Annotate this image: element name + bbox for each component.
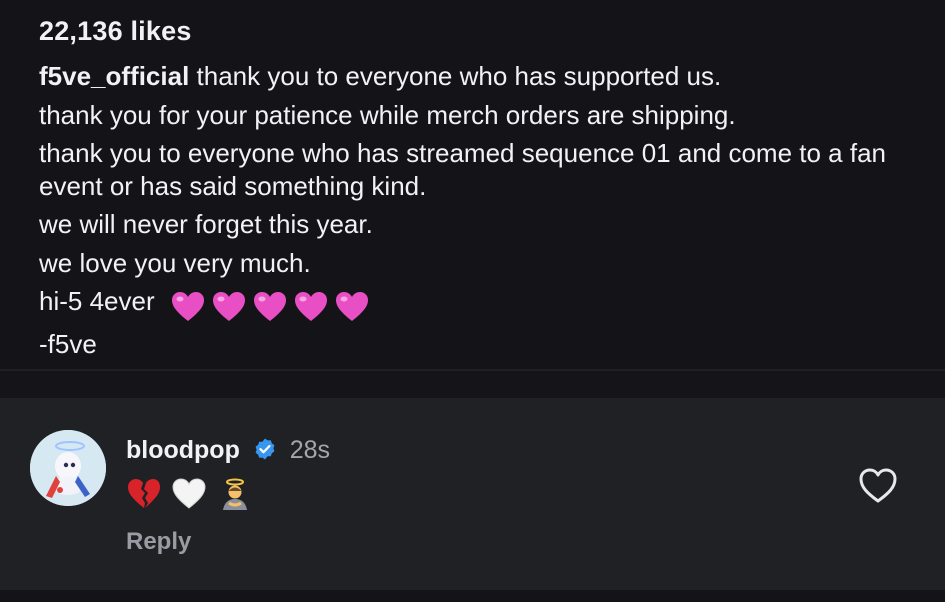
person-bowing-with-halo-icon (217, 476, 253, 517)
pink-heart-icon (253, 292, 286, 322)
pink-hearts-emojis (170, 286, 375, 325)
pink-heart-icon (212, 292, 245, 322)
post-caption-section: 22,136 likes f5ve_official thank you to … (0, 0, 945, 370)
broken-heart-icon (126, 477, 162, 516)
verified-badge-icon (253, 437, 277, 461)
likes-count[interactable]: 22,136 likes (39, 16, 192, 47)
reply-button[interactable]: Reply (126, 528, 191, 556)
comment-username[interactable]: bloodpop (126, 436, 240, 464)
caption-line-7: -f5ve (39, 328, 97, 359)
comment-emojis (126, 476, 258, 517)
caption-line-6: hi-5 4ever (39, 282, 919, 325)
caption-line-4: we will never forget this year. (39, 209, 373, 239)
pink-heart-icon (294, 292, 327, 322)
comment-header: bloodpop 28s (126, 436, 330, 465)
caption-line-1: f5ve_official thank you to everyone who … (39, 57, 919, 96)
white-heart-icon (171, 477, 207, 516)
caption-line-3: thank you to everyone who has streamed s… (39, 138, 886, 201)
pink-heart-icon (335, 292, 368, 322)
bottom-strip (0, 590, 945, 602)
section-gap (0, 371, 945, 398)
like-heart-icon[interactable] (857, 466, 899, 506)
caption-text-hi5: hi-5 4ever (39, 286, 155, 316)
avatar[interactable] (30, 430, 106, 506)
caption-text: thank you to everyone who has supported … (196, 61, 722, 91)
comment-row: bloodpop 28s Reply (0, 398, 945, 590)
caption-line-5: we love you very much. (39, 247, 311, 278)
comment-time: 28s (289, 436, 331, 464)
caption-line-2: thank you for your patience while merch … (39, 99, 736, 130)
pink-heart-icon (171, 292, 204, 322)
caption-username[interactable]: f5ve_official (39, 61, 189, 91)
caption: f5ve_official thank you to everyone who … (39, 57, 919, 363)
